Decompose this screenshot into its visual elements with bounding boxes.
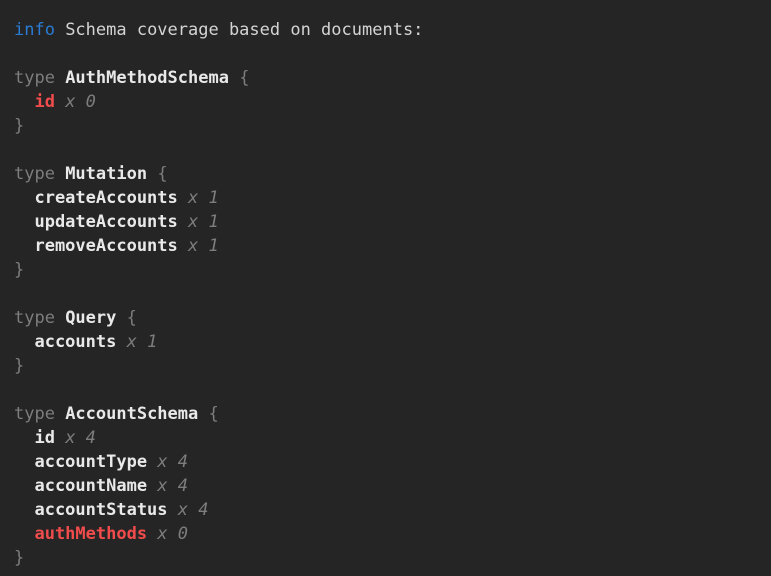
type-declaration-line: type AccountSchema { [14, 402, 761, 426]
field-hit-count: x 0 [157, 522, 188, 546]
type-name: AuthMethodSchema [65, 66, 229, 90]
field-name: accountType [34, 450, 147, 474]
type-name: Mutation [65, 162, 147, 186]
type-name: Query [65, 306, 116, 330]
close-brace-line: } [14, 258, 761, 282]
close-brace: } [14, 114, 24, 138]
info-level-label: info [14, 18, 55, 42]
type-declaration-line: type AuthMethodSchema { [14, 66, 761, 90]
field-name: createAccounts [34, 186, 177, 210]
type-keyword: type [14, 306, 55, 330]
field-line: authMethods x 0 [14, 522, 761, 546]
field-name: id [34, 426, 54, 450]
field-line: accounts x 1 [14, 330, 761, 354]
field-hit-count: x 4 [157, 474, 188, 498]
field-name: id [34, 90, 54, 114]
field-line: id x 4 [14, 426, 761, 450]
terminal-output: infoSchema coverage based on documents: … [0, 0, 771, 576]
type-declaration-line: type Query { [14, 306, 761, 330]
field-hit-count: x 4 [65, 426, 96, 450]
type-block-accountschema: typeAccountSchema{ idx 4 accountTypex 4 … [14, 402, 761, 570]
close-brace-line: } [14, 546, 761, 570]
type-name: AccountSchema [65, 402, 198, 426]
field-line: removeAccounts x 1 [14, 234, 761, 258]
close-brace-line: } [14, 114, 761, 138]
type-block-mutation: type Mutation { createAccounts x 1 updateAc… [14, 162, 761, 282]
field-hit-count: x 1 [127, 330, 158, 354]
coverage-header-line: info Schema coverage based on documents: [14, 18, 761, 42]
type-keyword: type [14, 402, 55, 426]
field-line: id x 0 [14, 90, 761, 114]
type-block-authmethodschema: type AuthMethodSchema { id x 0 } [14, 66, 761, 138]
field-line: accountName x 4 [14, 474, 761, 498]
field-line: accountStatus x 4 [14, 498, 761, 522]
field-name: accounts [34, 330, 116, 354]
close-brace: } [14, 546, 24, 570]
field-hit-count: x 1 [188, 186, 219, 210]
field-name: updateAccounts [34, 210, 177, 234]
coverage-header-text: Schema coverage based on documents: [65, 18, 423, 42]
field-line: createAccounts x 1 [14, 186, 761, 210]
field-line: accountType x 4 [14, 450, 761, 474]
field-line: updateAccounts x 1 [14, 210, 761, 234]
field-hit-count: x 1 [188, 210, 219, 234]
type-keyword: type [14, 66, 55, 90]
field-hit-count: x 4 [178, 498, 209, 522]
close-brace-line: } [14, 354, 761, 378]
close-brace: } [14, 354, 24, 378]
type-keyword: type [14, 162, 55, 186]
open-brace: { [208, 402, 218, 426]
field-name: accountName [34, 474, 147, 498]
open-brace: { [239, 66, 249, 90]
field-hit-count: x 4 [157, 450, 188, 474]
open-brace: { [127, 306, 137, 330]
type-declaration-line: type Mutation { [14, 162, 761, 186]
field-name: authMethods [34, 522, 147, 546]
field-hit-count: x 1 [188, 234, 219, 258]
field-hit-count: x 0 [65, 90, 96, 114]
close-brace: } [14, 258, 24, 282]
field-name: removeAccounts [34, 234, 177, 258]
field-name: accountStatus [34, 498, 167, 522]
open-brace: { [157, 162, 167, 186]
type-block-query: type Query { accounts x 1 } [14, 306, 761, 378]
